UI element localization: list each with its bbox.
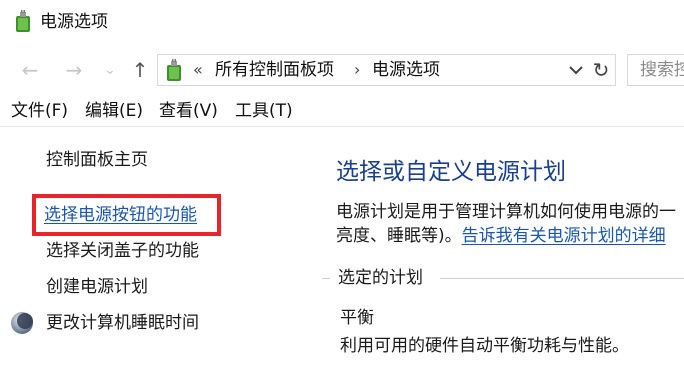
search-box[interactable]: 搜索控 (627, 54, 684, 86)
control-panel-home-link[interactable]: 控制面板主页 (46, 148, 148, 172)
breadcrumb-all-control-panel-items[interactable]: 所有控制面板项 (215, 58, 334, 82)
menu-edit[interactable]: 编辑(E) (85, 99, 143, 123)
plan-description: 利用可用的硬件自动平衡功耗与性能。 (340, 336, 629, 356)
page-title: 选择或自定义电源计划 (336, 159, 566, 185)
learn-more-link[interactable]: 告诉我有关电源计划的详细 (462, 226, 666, 246)
sleep-moon-icon (11, 312, 33, 334)
menu-tools[interactable]: 工具(T) (235, 99, 293, 123)
section-divider (440, 278, 684, 279)
breadcrumb-overflow-icon[interactable]: « (193, 58, 203, 82)
breadcrumb-power-options[interactable]: 电源选项 (372, 58, 440, 82)
refresh-icon[interactable]: ↻ (590, 58, 612, 82)
choose-power-button-link[interactable]: 选择电源按钮的功能 (44, 203, 197, 227)
window-title: 电源选项 (40, 12, 108, 32)
back-arrow-icon[interactable]: ← (19, 58, 41, 82)
description-line-2: 亮度、睡眠等)。告诉我有关电源计划的详细 (336, 224, 666, 248)
navigation-bar: ← → ⌄ ↑ « 所有控制面板项 › 电源选项 ↻ 搜索控 (0, 50, 684, 90)
up-arrow-icon[interactable]: ↑ (129, 58, 151, 82)
address-dropdown-chevron-icon[interactable] (567, 60, 585, 80)
address-bar[interactable]: « 所有控制面板项 › 电源选项 ↻ (157, 54, 616, 86)
description-text: 亮度、睡眠等)。 (336, 226, 462, 246)
choose-lid-close-link[interactable]: 选择关闭盖子的功能 (46, 239, 199, 263)
power-options-icon (16, 10, 30, 32)
search-placeholder: 搜索控 (640, 60, 684, 80)
menu-bar: 文件(F) 编辑(E) 查看(V) 工具(T) (0, 97, 684, 127)
menu-file[interactable]: 文件(F) (11, 99, 68, 123)
forward-arrow-icon[interactable]: → (63, 58, 85, 82)
section-divider (322, 278, 330, 279)
description-line-1: 电源计划是用于管理计算机如何使用电源的一 (336, 202, 676, 222)
selected-plan-label: 选定的计划 (338, 268, 423, 288)
recent-locations-chevron-icon[interactable]: ⌄ (99, 58, 121, 82)
menu-view[interactable]: 查看(V) (159, 99, 218, 123)
breadcrumb-separator-icon[interactable]: › (354, 58, 360, 82)
change-sleep-time-link[interactable]: 更改计算机睡眠时间 (46, 311, 199, 335)
create-power-plan-link[interactable]: 创建电源计划 (46, 275, 148, 299)
plan-name-balanced: 平衡 (340, 308, 374, 328)
power-options-icon (167, 59, 181, 81)
title-bar: 电源选项 (0, 0, 684, 44)
